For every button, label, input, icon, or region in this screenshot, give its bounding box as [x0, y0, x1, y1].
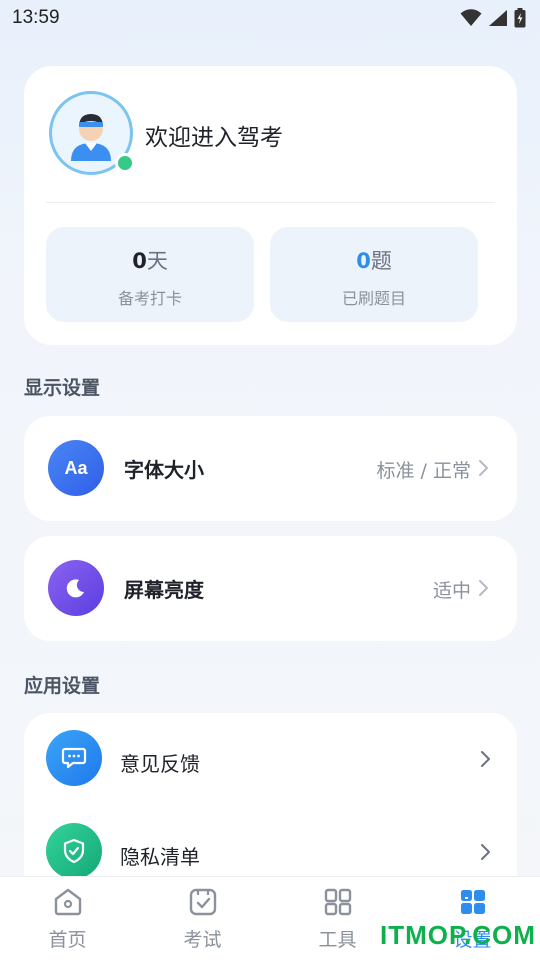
nav-home[interactable]: 首页: [0, 877, 135, 960]
chevron-right-icon: [481, 844, 490, 860]
home-icon: [51, 885, 85, 919]
setting-font-size[interactable]: Aa 字体大小 标准 / 正常: [24, 416, 517, 521]
stat-checkin-days[interactable]: 0天 备考打卡: [46, 227, 254, 322]
feedback-icon: [46, 730, 102, 786]
setting-label: 屏幕亮度: [124, 578, 204, 602]
section-title-app: 应用设置: [24, 675, 101, 697]
shield-glyph: [63, 838, 85, 864]
avatar-wrap[interactable]: [49, 91, 135, 175]
status-time: 13:59: [12, 7, 60, 28]
setting-screen-brightness[interactable]: 屏幕亮度 适中: [24, 536, 517, 641]
nav-label: 首页: [48, 929, 87, 951]
settings-grid-icon: [456, 885, 490, 919]
nav-exam[interactable]: 考试: [135, 877, 270, 960]
stat-unit: 题: [370, 249, 392, 273]
tools-icon: [321, 885, 355, 919]
stat-label: 备考打卡: [117, 289, 182, 308]
nav-label: 考试: [183, 929, 222, 951]
setting-value: 标准 / 正常: [376, 460, 471, 482]
exam-icon: [186, 885, 220, 919]
section-title-display: 显示设置: [24, 377, 101, 399]
welcome-text: 欢迎进入驾考: [145, 125, 283, 151]
setting-label: 隐私清单: [120, 845, 200, 869]
profile-card: 欢迎进入驾考 0天 备考打卡 0题 已刷题目: [24, 66, 517, 345]
stat-questions-done[interactable]: 0题 已刷题目: [270, 227, 478, 322]
stat-number: 0: [356, 249, 371, 273]
online-status-dot: [115, 153, 135, 173]
stat-value: 0天: [46, 245, 254, 275]
status-bar: 13:59: [0, 0, 540, 36]
stat-label: 已刷题目: [341, 289, 406, 308]
setting-value: 适中: [432, 580, 471, 602]
font-size-icon: Aa: [48, 440, 104, 496]
stat-unit: 天: [146, 249, 168, 273]
divider: [46, 202, 495, 203]
app-settings-card: 意见反馈 隐私清单: [24, 713, 517, 903]
chevron-right-icon: [481, 751, 490, 767]
battery-icon: [514, 8, 526, 28]
cell-signal-icon: [489, 10, 507, 26]
privacy-shield-icon: [46, 823, 102, 879]
user-avatar-icon: [71, 114, 111, 161]
chevron-right-icon: [479, 580, 488, 596]
moon-glyph: [66, 579, 84, 598]
wifi-icon: [460, 9, 482, 26]
stat-number: 0: [132, 249, 147, 273]
status-icons: [460, 8, 526, 28]
setting-label: 字体大小: [124, 458, 204, 482]
chat-bubble-glyph: [61, 747, 87, 769]
watermark: ITMOP.COM: [380, 920, 536, 950]
nav-label: 工具: [318, 929, 357, 951]
setting-label: 意见反馈: [120, 752, 200, 776]
font-size-icon-text: Aa: [64, 457, 88, 478]
setting-feedback[interactable]: 意见反馈: [24, 713, 517, 805]
chevron-right-icon: [479, 460, 488, 476]
moon-icon: [48, 560, 104, 616]
stat-value: 0题: [270, 245, 478, 275]
